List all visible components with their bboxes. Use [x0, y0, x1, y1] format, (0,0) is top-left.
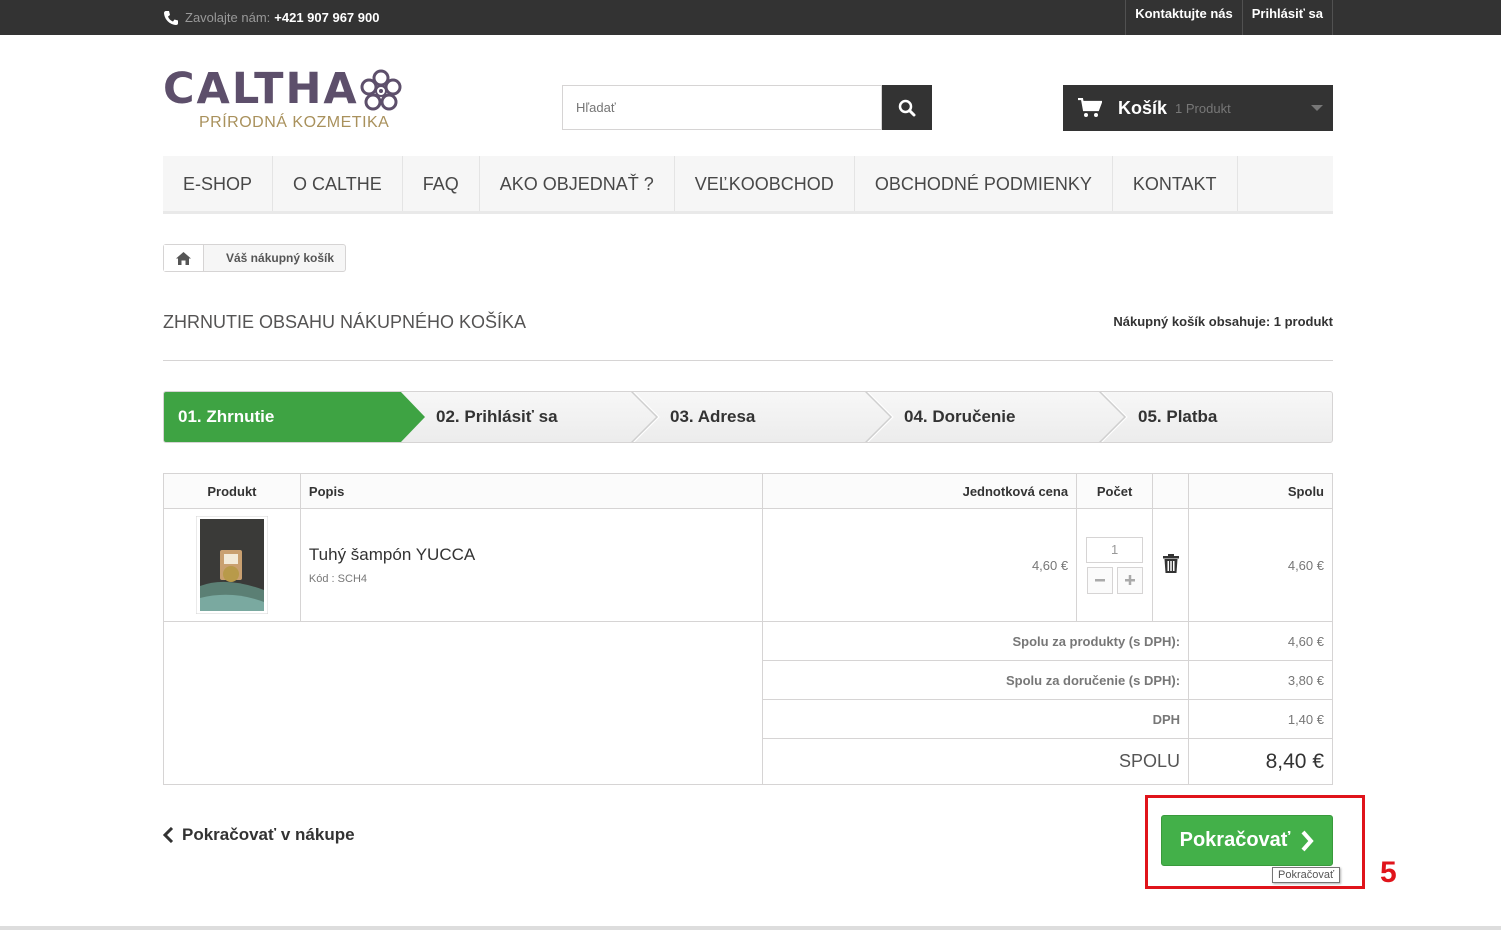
header-total: Spolu	[1188, 473, 1333, 509]
contact-link[interactable]: Kontaktujte nás	[1125, 0, 1242, 35]
flower-icon	[360, 69, 402, 111]
table-row: Tuhý šampón YUCCA Kód : SCH4 4,60 € 1 4,	[163, 508, 1333, 622]
step-delivery: 04. Doručenie	[890, 392, 1100, 442]
empty-cell	[162, 621, 764, 785]
product-description-cell: Tuhý šampón YUCCA Kód : SCH4	[299, 508, 764, 622]
step-label: 01. Zhrnutie	[178, 407, 275, 426]
summary-value: 3,80 €	[1188, 660, 1333, 700]
product-qty-cell: 1	[1076, 508, 1154, 622]
step-label: 04. Doručenie	[904, 407, 1016, 426]
breadcrumb-home[interactable]	[164, 245, 204, 271]
plus-icon	[1124, 575, 1135, 585]
summary-label: Spolu za doručenie (s DPH):	[762, 660, 1190, 700]
proceed-label: Pokračovať	[1179, 829, 1291, 851]
phone-info: Zavolajte nám: +421 907 967 900	[163, 0, 379, 35]
summary-row-products: Spolu za produkty (s DPH): 4,60 €	[162, 621, 1333, 785]
step-summary: 01. Zhrnutie	[164, 392, 400, 442]
continue-shopping-link[interactable]: Pokračovať v nákupe	[163, 825, 355, 845]
top-bar: Zavolajte nám: +421 907 967 900 Kontaktu…	[0, 0, 1501, 35]
step-address: 03. Adresa	[656, 392, 866, 442]
delete-cell	[1152, 508, 1190, 622]
chevron-right-icon	[1301, 830, 1315, 851]
login-link[interactable]: Prihlásiť sa	[1241, 0, 1333, 35]
annotation-step-number: 5	[1380, 856, 1397, 889]
step-payment: 05. Platba	[1124, 392, 1324, 442]
menu-item-faq[interactable]: FAQ	[403, 156, 480, 211]
product-ref: Kód : SCH4	[308, 573, 368, 585]
menu-item-kontakt[interactable]: KONTAKT	[1113, 156, 1238, 211]
product-image[interactable]	[195, 516, 268, 614]
phone-label: Zavolajte nám:	[185, 10, 271, 25]
page-title: ZHRNUTIE OBSAHU NÁKUPNÉHO KOŠÍKA	[163, 312, 527, 332]
search-input[interactable]	[562, 85, 882, 130]
header-qty: Počet	[1076, 473, 1154, 509]
search-icon	[898, 99, 916, 116]
cart-product-counter: Nákupný košík obsahuje: 1 produkt	[1113, 314, 1333, 329]
product-total: 4,60 €	[1188, 508, 1333, 622]
summary-label: Spolu za produkty (s DPH):	[762, 621, 1190, 661]
menu-item-velkoobchod[interactable]: VEĽKOOBCHOD	[675, 156, 855, 211]
menu-item-obchodne-podmienky[interactable]: OBCHODNÉ PODMIENKY	[855, 156, 1113, 211]
top-links: Kontaktujte nás Prihlásiť sa	[1125, 0, 1333, 35]
logo-name: CALTHA	[163, 64, 359, 114]
breadcrumb: Váš nákupný košík	[163, 244, 347, 272]
qty-minus-button[interactable]	[1086, 566, 1113, 594]
cart-count: 1 Produkt	[1175, 100, 1231, 116]
cart-block[interactable]: Košík 1 Produkt	[1063, 85, 1333, 131]
chevron-left-icon	[163, 827, 174, 843]
menu-item-ako-objednat[interactable]: AKO OBJEDNAŤ ?	[480, 156, 675, 211]
main-menu: E-SHOP O CALTHE FAQ AKO OBJEDNAŤ ? VEĽKO…	[163, 156, 1333, 214]
menu-item-eshop[interactable]: E-SHOP	[163, 156, 274, 211]
product-unit-price: 4,60 €	[762, 508, 1078, 622]
home-icon	[176, 251, 191, 265]
summary-value: 1,40 €	[1188, 699, 1333, 739]
divider	[163, 360, 1333, 361]
grand-total-label: SPOLU	[762, 738, 1190, 785]
grand-total-value: 8,40 €	[1188, 738, 1333, 785]
proceed-tooltip: Pokračovať	[1272, 867, 1341, 883]
minus-icon	[1094, 579, 1105, 582]
table-header-row: Produkt Popis Jednotková cena Počet Spol…	[163, 473, 1333, 509]
checkout-steps: 01. Zhrnutie 02. Prihlásiť sa 03. Adresa…	[163, 391, 1333, 443]
product-image-cell	[163, 508, 301, 622]
trash-icon[interactable]	[1162, 554, 1179, 573]
summary-value: 4,60 €	[1188, 621, 1333, 661]
product-name[interactable]: Tuhý šampón YUCCA	[309, 545, 754, 565]
logo[interactable]: CALTHA PRÍRODNÁ KOZMETIKA	[163, 64, 413, 134]
phone-icon	[164, 10, 178, 25]
breadcrumb-current: Váš nákupný košík	[226, 251, 335, 265]
logo-tagline: PRÍRODNÁ KOZMETIKA	[199, 114, 390, 131]
cart-icon	[1078, 98, 1102, 117]
cart-label: Košík	[1118, 97, 1168, 118]
header-description: Popis	[299, 473, 764, 509]
qty-plus-button[interactable]	[1116, 566, 1143, 594]
search-bar	[562, 85, 932, 130]
step-label: 03. Adresa	[670, 407, 756, 426]
quantity-input[interactable]: 1	[1086, 536, 1144, 563]
continue-shopping-label: Pokračovať v nákupe	[182, 825, 355, 844]
summary-label: DPH	[762, 699, 1190, 739]
step-label: 05. Platba	[1138, 407, 1218, 426]
header-delete	[1152, 473, 1190, 509]
menu-item-o-calthe[interactable]: O CALTHE	[273, 156, 403, 211]
quantity-stepper	[1085, 566, 1144, 594]
step-label: 02. Prihlásiť sa	[436, 407, 558, 426]
phone-number[interactable]: +421 907 967 900	[274, 10, 379, 25]
proceed-button[interactable]: Pokračovať	[1161, 815, 1333, 866]
header-product: Produkt	[163, 473, 301, 509]
cart-table: Produkt Popis Jednotková cena Počet Spol…	[162, 473, 1333, 785]
footer-divider	[0, 926, 1501, 930]
search-button[interactable]	[882, 85, 932, 130]
header-unit-price: Jednotková cena	[762, 473, 1078, 509]
chevron-down-icon[interactable]	[1311, 105, 1323, 111]
step-login: 02. Prihlásiť sa	[422, 392, 632, 442]
